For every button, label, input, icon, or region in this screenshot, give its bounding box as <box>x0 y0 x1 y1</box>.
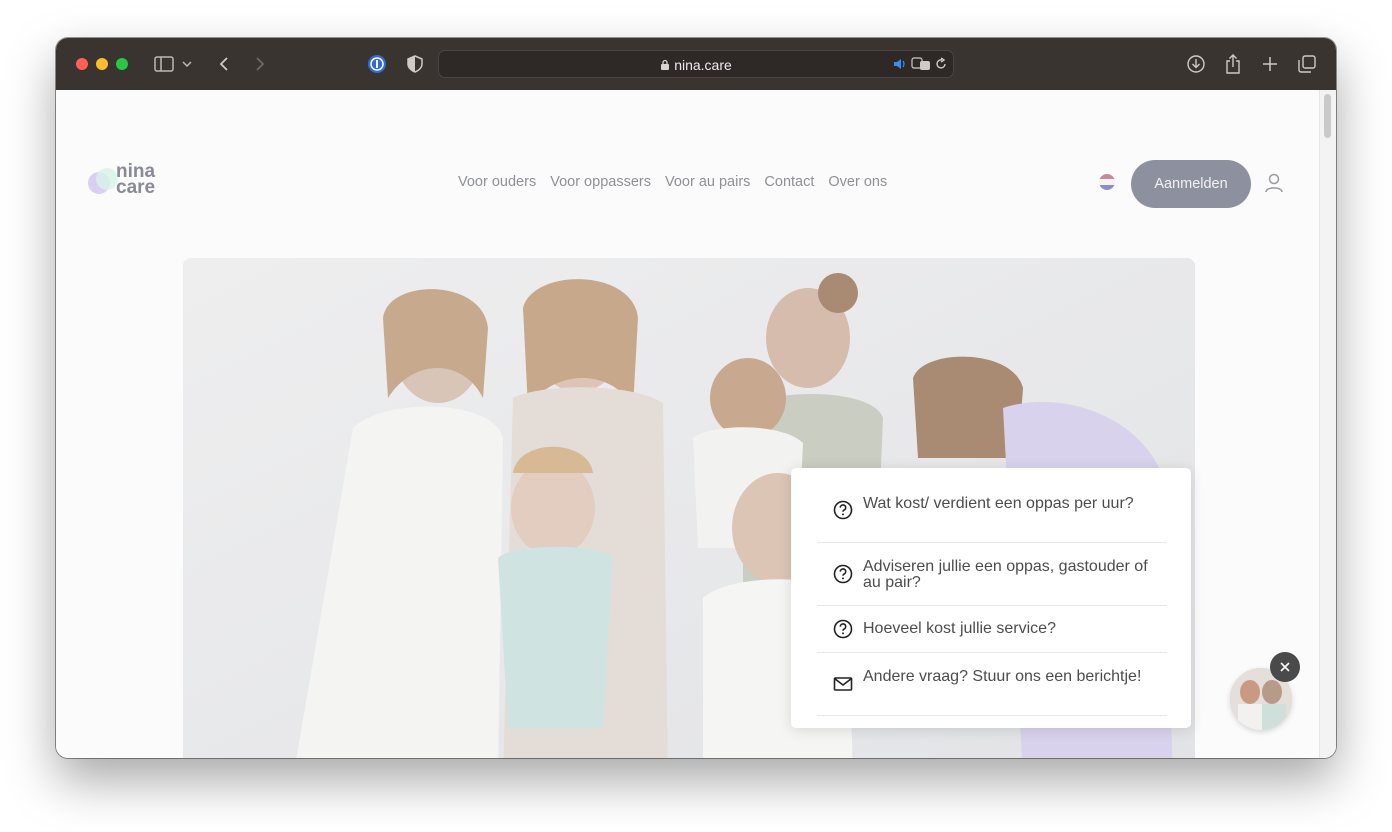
logo-line-care: care <box>116 177 156 198</box>
faq-text: Hoeveel kost jullie service? <box>863 620 1056 637</box>
question-icon <box>833 619 853 639</box>
sidebar-toggle-icon[interactable] <box>152 52 176 76</box>
browser-titlebar: nina.care <box>56 38 1336 90</box>
question-icon <box>833 500 853 520</box>
main-nav: Voor ouders Voor oppassers Voor au pairs… <box>458 174 887 190</box>
url-label: nina.care <box>674 57 732 73</box>
faq-popup: Wat kost/ verdient een oppas per uur? Ad… <box>791 468 1191 728</box>
faq-item-send-message[interactable]: Andere vraag? Stuur ons een berichtje! <box>817 652 1167 716</box>
tab-overview-icon[interactable] <box>1295 52 1319 76</box>
share-icon[interactable] <box>1221 52 1245 76</box>
logo-text: nina care <box>116 162 156 198</box>
faq-text: Andere vraag? Stuur ons een berichtje! <box>863 668 1142 685</box>
close-window-button[interactable] <box>76 58 88 70</box>
audio-icon[interactable] <box>893 57 907 76</box>
minimize-window-button[interactable] <box>96 58 108 70</box>
nav-contact[interactable]: Contact <box>764 174 814 190</box>
netherlands-flag-icon[interactable] <box>1099 174 1115 190</box>
faq-item-advice[interactable]: Adviseren jullie een oppas, gastouder of… <box>817 542 1167 606</box>
zoom-window-button[interactable] <box>116 58 128 70</box>
faq-item-cost[interactable]: Wat kost/ verdient een oppas per uur? <box>817 478 1167 543</box>
page-scrollbar[interactable] <box>1319 90 1336 758</box>
translate-icon[interactable] <box>911 57 931 76</box>
faq-item-service-cost[interactable]: Hoeveel kost jullie service? <box>817 605 1167 653</box>
forward-icon[interactable] <box>248 52 272 76</box>
user-icon[interactable] <box>1263 172 1285 194</box>
close-icon <box>1280 662 1290 672</box>
nav-voor-ouders[interactable]: Voor ouders <box>458 174 536 190</box>
new-tab-icon[interactable] <box>1258 52 1282 76</box>
address-bar[interactable]: nina.care <box>438 50 954 78</box>
page-content: nina care Voor ouders Voor oppassers Voo… <box>56 90 1336 758</box>
downloads-icon[interactable] <box>1184 52 1208 76</box>
scrollbar-thumb[interactable] <box>1324 94 1331 138</box>
mail-icon <box>833 674 853 694</box>
logo-mark-overlay <box>96 168 118 190</box>
signup-button[interactable]: Aanmelden <box>1131 160 1251 208</box>
lock-icon <box>661 59 670 70</box>
nina-care-logo[interactable]: nina care <box>88 162 168 200</box>
nav-voor-au-pairs[interactable]: Voor au pairs <box>665 174 750 190</box>
url-text: nina.care <box>439 57 953 73</box>
back-icon[interactable] <box>212 52 236 76</box>
faq-text: Adviseren jullie een oppas, gastouder of… <box>863 558 1148 591</box>
nav-over-ons[interactable]: Over ons <box>828 174 887 190</box>
nav-voor-oppassers[interactable]: Voor oppassers <box>550 174 651 190</box>
shield-icon[interactable] <box>403 52 427 76</box>
chat-close-button[interactable] <box>1270 652 1300 682</box>
password-manager-icon[interactable] <box>365 52 389 76</box>
faq-text: Wat kost/ verdient een oppas per uur? <box>863 495 1134 512</box>
question-icon <box>833 564 853 584</box>
browser-window: nina.care nina care Voor ouders Voor opp… <box>56 38 1336 758</box>
chevron-down-icon[interactable] <box>180 52 194 76</box>
reload-icon[interactable] <box>935 57 947 76</box>
